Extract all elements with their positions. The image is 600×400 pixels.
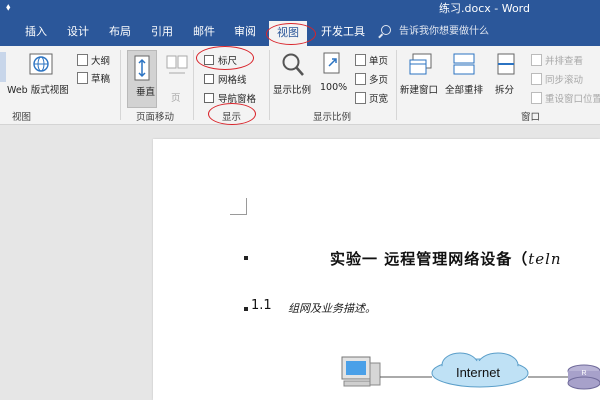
web-layout-icon[interactable] bbox=[28, 52, 54, 78]
router-icon: R bbox=[567, 364, 600, 390]
sync-scroll-icon bbox=[531, 73, 542, 85]
hundred-percent-button[interactable]: 100% bbox=[320, 82, 347, 93]
tab-review[interactable]: 审阅 bbox=[234, 17, 256, 46]
paragraph-mark bbox=[244, 256, 248, 260]
title-bar: ⬧ 练习.docx - Word bbox=[0, 0, 600, 17]
vertical-button[interactable]: 垂直 bbox=[127, 50, 157, 108]
tab-developer[interactable]: 开发工具 bbox=[321, 17, 365, 46]
group-separator bbox=[120, 50, 121, 120]
draft-icon bbox=[77, 72, 88, 84]
tab-view[interactable]: 视图 bbox=[269, 21, 307, 46]
zoom-button[interactable]: 显示比例 bbox=[273, 82, 311, 96]
tab-references[interactable]: 引用 bbox=[151, 17, 173, 46]
group-label-views: 视图 bbox=[12, 112, 32, 123]
split-button[interactable]: 拆分 bbox=[495, 82, 514, 96]
synchronous-scrolling-button[interactable]: 同步滚动 bbox=[531, 72, 583, 86]
arrange-all-button[interactable]: 全部重排 bbox=[445, 82, 483, 96]
ribbon-tabs: 插入 设计 布局 引用 邮件 审阅 视图 开发工具 告诉我你想要做什么 bbox=[0, 17, 600, 46]
vertical-pages-icon bbox=[134, 55, 150, 81]
arrange-all-icon[interactable] bbox=[452, 52, 478, 78]
group-separator bbox=[193, 50, 194, 120]
group-label-page-movement: 页面移动 bbox=[136, 112, 175, 123]
web-layout-button[interactable]: Web 版式视图 bbox=[7, 82, 69, 96]
tab-insert[interactable]: 插入 bbox=[25, 17, 47, 46]
zoom-magnifier-icon[interactable] bbox=[281, 52, 305, 78]
side-to-side-icon[interactable] bbox=[166, 54, 188, 78]
print-layout-icon[interactable] bbox=[0, 52, 6, 82]
window-title: 练习.docx - Word bbox=[438, 2, 530, 15]
new-window-button[interactable]: 新建窗口 bbox=[400, 82, 438, 96]
hundred-percent-icon[interactable] bbox=[322, 51, 344, 79]
page-width-button[interactable]: 页宽 bbox=[355, 91, 388, 105]
tab-design[interactable]: 设计 bbox=[67, 17, 89, 46]
tell-me-search[interactable]: 告诉我你想要做什么 bbox=[381, 17, 489, 46]
new-window-icon[interactable] bbox=[409, 52, 435, 78]
side-to-side-button[interactable]: 页 bbox=[171, 90, 181, 104]
navigation-pane-checkbox[interactable]: 导航窗格 bbox=[204, 91, 256, 105]
section-number: 1.1 bbox=[251, 298, 272, 313]
outline-button[interactable]: 大纲 bbox=[77, 53, 110, 67]
ruler-check-box[interactable] bbox=[204, 55, 214, 65]
reset-window-position-button[interactable]: 重设窗口位置 bbox=[531, 91, 600, 105]
paragraph-mark bbox=[244, 307, 248, 311]
gridlines-check-box[interactable] bbox=[204, 74, 214, 84]
group-separator bbox=[396, 50, 397, 120]
draft-button[interactable]: 草稿 bbox=[77, 71, 110, 85]
quick-access-toolbar-icon[interactable]: ⬧ bbox=[6, 0, 11, 17]
ruler-checkbox[interactable]: 标尺 bbox=[204, 53, 237, 67]
one-page-icon bbox=[355, 54, 366, 66]
section-title[interactable]: 组网及业务描述。 bbox=[288, 300, 376, 316]
network-diagram[interactable]: Internet R bbox=[330, 345, 600, 400]
nav-pane-check-box[interactable] bbox=[204, 93, 214, 103]
tab-mailings[interactable]: 邮件 bbox=[193, 17, 215, 46]
outline-icon bbox=[77, 54, 88, 66]
view-side-by-side-button[interactable]: 并排查看 bbox=[531, 53, 583, 67]
multiple-pages-icon bbox=[355, 73, 366, 85]
group-label-show: 显示 bbox=[222, 112, 242, 123]
internet-label: Internet bbox=[456, 365, 500, 380]
tab-layout[interactable]: 布局 bbox=[109, 17, 131, 46]
side-by-side-icon bbox=[531, 54, 542, 66]
search-icon bbox=[381, 25, 391, 35]
group-label-zoom: 显示比例 bbox=[313, 112, 352, 123]
group-label-window: 窗口 bbox=[521, 112, 541, 123]
page-width-icon bbox=[355, 92, 366, 104]
margin-crop-mark bbox=[230, 198, 247, 215]
ribbon-view: Web 版式视图 大纲 草稿 视图 垂直 页 页面移动 标尺 网格线 导航窗格 … bbox=[0, 46, 600, 125]
document-heading[interactable]: 实验一 远程管理网络设备（teln bbox=[330, 248, 562, 269]
split-icon[interactable] bbox=[496, 52, 518, 78]
svg-text:R: R bbox=[581, 370, 586, 377]
search-placeholder: 告诉我你想要做什么 bbox=[399, 26, 489, 37]
computer-icon bbox=[341, 356, 381, 387]
group-separator bbox=[269, 50, 270, 120]
one-page-button[interactable]: 单页 bbox=[355, 53, 388, 67]
multiple-pages-button[interactable]: 多页 bbox=[355, 72, 388, 86]
reset-position-icon bbox=[531, 92, 542, 104]
gridlines-checkbox[interactable]: 网格线 bbox=[204, 72, 247, 86]
